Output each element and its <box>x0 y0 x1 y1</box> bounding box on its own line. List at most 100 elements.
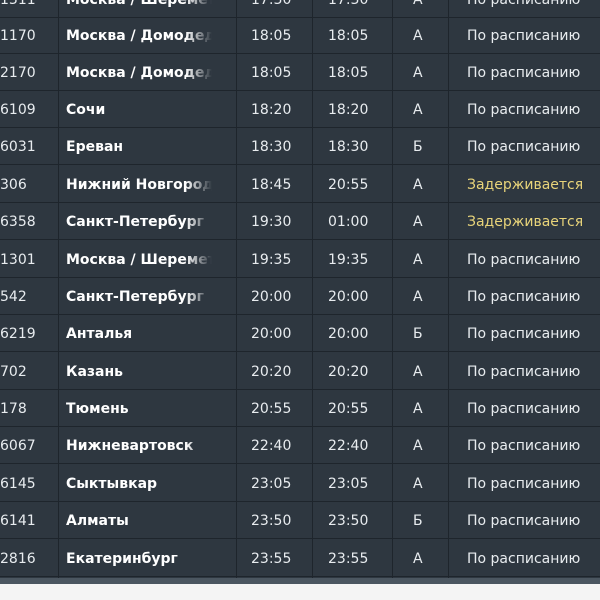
scheduled-time: 19:30 <box>251 214 292 230</box>
terminal: A <box>413 252 423 268</box>
scheduled-time: 17:30 <box>251 0 292 8</box>
table-row[interactable]: 702 Казань 20:20 20:20 A По расписанию <box>0 354 600 390</box>
terminal: A <box>413 438 423 454</box>
destination: Санкт-Петербург <box>66 214 204 230</box>
scheduled-time: 23:05 <box>251 476 292 492</box>
terminal: A <box>413 177 423 193</box>
table-row[interactable]: 6145 Сыктывкар 23:05 23:05 A По расписан… <box>0 466 600 502</box>
destination: Москва / Шереметьево <box>66 252 212 268</box>
status: По расписанию <box>467 252 581 268</box>
expected-time: 18:20 <box>328 102 369 118</box>
departures-board: 1311 Москва / Шереметьево 17:30 17:30 A … <box>0 0 600 600</box>
flight-number: 306 <box>0 177 27 193</box>
status: Задерживается <box>467 214 584 230</box>
destination: Казань <box>66 364 123 380</box>
status: По расписанию <box>467 513 581 529</box>
page-bottom-edge <box>0 584 600 600</box>
destination: Ереван <box>66 139 124 155</box>
table-row[interactable]: 6219 Анталья 20:00 20:00 Б По расписанию <box>0 316 600 352</box>
scheduled-time: 20:00 <box>251 326 292 342</box>
terminal: A <box>413 65 423 81</box>
table-row[interactable]: 178 Тюмень 20:55 20:55 A По расписанию <box>0 391 600 427</box>
scheduled-time: 20:00 <box>251 289 292 305</box>
table-row[interactable]: 6358 Санкт-Петербург 19:30 01:00 A Задер… <box>0 204 600 240</box>
destination: Нижневартовск <box>66 438 194 454</box>
expected-time: 18:05 <box>328 28 369 44</box>
table-row[interactable]: 6141 Алматы 23:50 23:50 Б По расписанию <box>0 503 600 539</box>
terminal: A <box>413 0 423 8</box>
table-row[interactable]: 306 Нижний Новгород 18:45 20:55 A Задерж… <box>0 167 600 203</box>
status: По расписанию <box>467 139 581 155</box>
flight-number: 6358 <box>0 214 36 230</box>
expected-time: 20:00 <box>328 289 369 305</box>
scheduled-time: 19:35 <box>251 252 292 268</box>
table-row[interactable]: 6031 Ереван 18:30 18:30 Б По расписанию <box>0 129 600 165</box>
expected-time: 18:30 <box>328 139 369 155</box>
table-row[interactable]: 6109 Сочи 18:20 18:20 A По расписанию <box>0 92 600 128</box>
flight-number: 1170 <box>0 28 36 44</box>
table-row[interactable]: 1170 Москва / Домодедово 18:05 18:05 A П… <box>0 18 600 54</box>
status: По расписанию <box>467 326 581 342</box>
flight-number: 2170 <box>0 65 36 81</box>
terminal: A <box>413 364 423 380</box>
scheduled-time: 18:05 <box>251 28 292 44</box>
flight-number: 178 <box>0 401 27 417</box>
flight-number: 1311 <box>0 0 36 8</box>
table-row[interactable]: 1301 Москва / Шереметьево 19:35 19:35 A … <box>0 242 600 278</box>
status: Задерживается <box>467 177 584 193</box>
destination: Москва / Домодедово <box>66 65 212 81</box>
table-row[interactable]: 2816 Екатеринбург 23:55 23:55 A По распи… <box>0 541 600 577</box>
terminal: A <box>413 289 423 305</box>
status: По расписанию <box>467 438 581 454</box>
terminal: Б <box>413 139 423 155</box>
flight-number: 702 <box>0 364 27 380</box>
expected-time: 20:55 <box>328 401 369 417</box>
scheduled-time: 20:55 <box>251 401 292 417</box>
destination: Санкт-Петербург <box>66 289 204 305</box>
status: По расписанию <box>467 289 581 305</box>
expected-time: 22:40 <box>328 438 369 454</box>
status: По расписанию <box>467 364 581 380</box>
status: По расписанию <box>467 65 581 81</box>
terminal: A <box>413 102 423 118</box>
flight-number: 6109 <box>0 102 36 118</box>
flight-number: 1301 <box>0 252 36 268</box>
table-row[interactable]: 542 Санкт-Петербург 20:00 20:00 A По рас… <box>0 279 600 315</box>
terminal: A <box>413 401 423 417</box>
scheduled-time: 18:45 <box>251 177 292 193</box>
destination: Екатеринбург <box>66 551 178 567</box>
scheduled-time: 23:55 <box>251 551 292 567</box>
destination: Алматы <box>66 513 129 529</box>
destination: Москва / Шереметьево <box>66 0 212 8</box>
expected-time: 01:00 <box>328 214 369 230</box>
flight-number: 2816 <box>0 551 36 567</box>
flight-number: 6141 <box>0 513 36 529</box>
expected-time: 20:20 <box>328 364 369 380</box>
expected-time: 19:35 <box>328 252 369 268</box>
status: По расписанию <box>467 476 581 492</box>
status: По расписанию <box>467 551 581 567</box>
table-row[interactable]: 1311 Москва / Шереметьево 17:30 17:30 A … <box>0 0 600 18</box>
status: По расписанию <box>467 0 581 8</box>
status: По расписанию <box>467 28 581 44</box>
terminal: A <box>413 551 423 567</box>
scheduled-time: 20:20 <box>251 364 292 380</box>
destination: Москва / Домодедово <box>66 28 212 44</box>
status: По расписанию <box>467 102 581 118</box>
scheduled-time: 22:40 <box>251 438 292 454</box>
table-row[interactable]: 2170 Москва / Домодедово 18:05 18:05 A П… <box>0 55 600 91</box>
scheduled-time: 18:20 <box>251 102 292 118</box>
terminal: Б <box>413 513 423 529</box>
expected-time: 18:05 <box>328 65 369 81</box>
expected-time: 23:50 <box>328 513 369 529</box>
table-row[interactable]: 6067 Нижневартовск 22:40 22:40 A По расп… <box>0 428 600 464</box>
flight-number: 6031 <box>0 139 36 155</box>
terminal: Б <box>413 326 423 342</box>
expected-time: 23:05 <box>328 476 369 492</box>
flight-number: 6219 <box>0 326 36 342</box>
scheduled-time: 18:30 <box>251 139 292 155</box>
destination: Сыктывкар <box>66 476 158 492</box>
terminal: A <box>413 214 423 230</box>
scheduled-time: 23:50 <box>251 513 292 529</box>
expected-time: 23:55 <box>328 551 369 567</box>
